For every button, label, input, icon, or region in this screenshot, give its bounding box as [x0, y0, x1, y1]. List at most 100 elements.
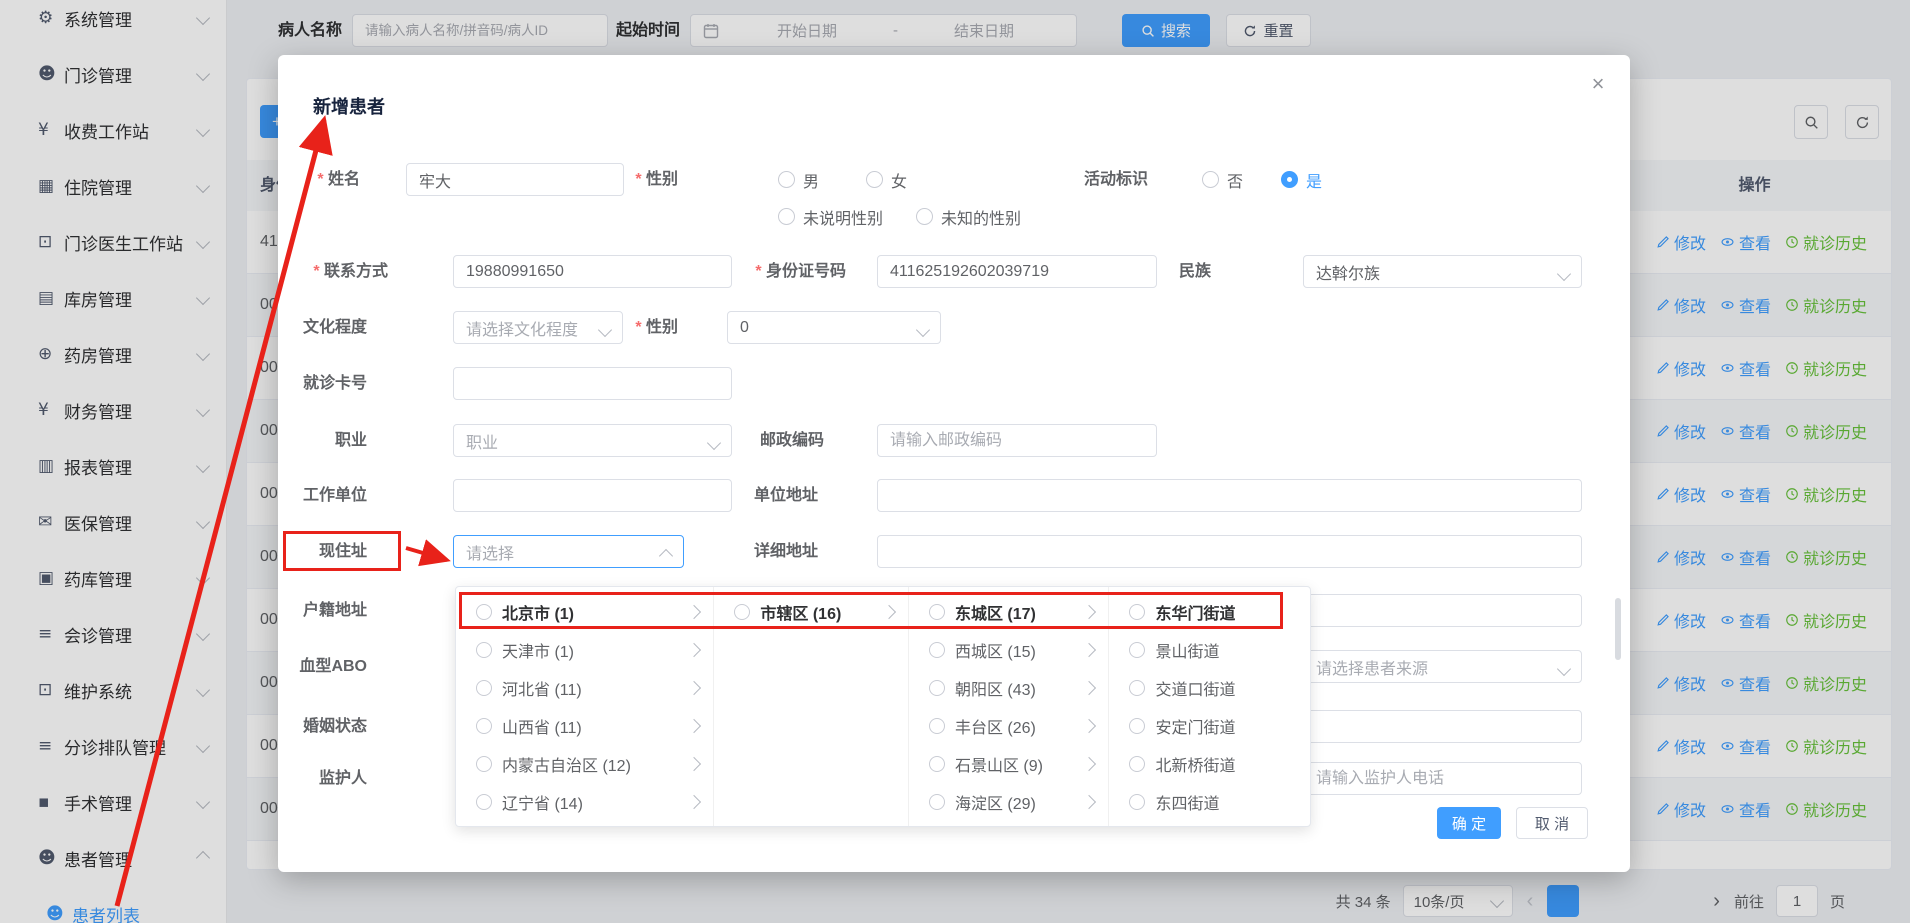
- gender-female-radio[interactable]: 女: [866, 163, 907, 196]
- cascader-option[interactable]: 山西省 (11): [456, 707, 713, 745]
- card-number-label: 就诊卡号: [285, 367, 367, 400]
- cascader-option[interactable]: 海淀区 (29): [909, 783, 1109, 821]
- postal-code-label: 邮政编码: [736, 424, 824, 457]
- chevron-right-icon: [1082, 605, 1096, 619]
- cascader-option-label: 市辖区 (16): [760, 600, 841, 624]
- cancel-button[interactable]: 取 消: [1516, 807, 1588, 839]
- work-unit-label: 工作单位: [285, 479, 367, 512]
- occupation-select[interactable]: 职业: [453, 424, 732, 457]
- radio-icon: [1129, 718, 1145, 734]
- education-placeholder: 请选择文化程度: [466, 316, 578, 340]
- patient-source-placeholder: 请选择患者来源: [1316, 655, 1428, 679]
- radio-icon: [916, 208, 933, 225]
- radio-label: 未知的性别: [941, 205, 1021, 229]
- chevron-right-icon: [1082, 681, 1096, 695]
- radio-icon: [778, 208, 795, 225]
- chevron-up-icon: [659, 549, 673, 563]
- app-root: ⚙ 系统管理 ☻ 门诊管理 ¥ 收费工作站 ▦ 住院管理 ⊡ 门诊医生工作站 ▤: [0, 0, 1910, 923]
- cascader-column-province: 北京市 (1) 天津市 (1) 河北省 (11) 山西省 (11) 内蒙古自治区…: [456, 587, 714, 826]
- occupation-placeholder: 职业: [466, 429, 498, 453]
- modal-scrollbar-thumb[interactable]: [1615, 598, 1621, 660]
- ethnicity-select[interactable]: 达斡尔族: [1303, 255, 1582, 288]
- current-address-placeholder: 请选择: [466, 540, 514, 564]
- chevron-right-icon: [882, 605, 896, 619]
- marital-right-input[interactable]: [1303, 710, 1582, 743]
- radio-icon: [1129, 642, 1145, 658]
- cascader-option[interactable]: 石景山区 (9): [909, 745, 1109, 783]
- cascader-option[interactable]: 天津市 (1): [456, 631, 713, 669]
- cascader-option[interactable]: 朝阳区 (43): [909, 669, 1109, 707]
- chevron-right-icon: [687, 757, 701, 771]
- radio-icon: [929, 794, 945, 810]
- chevron-right-icon: [687, 605, 701, 619]
- chevron-right-icon: [687, 681, 701, 695]
- cascader-option[interactable]: 市辖区 (16): [714, 593, 908, 631]
- unit-address-input[interactable]: [877, 479, 1582, 512]
- household-right-input[interactable]: [1303, 594, 1582, 627]
- cascader-option-label: 西城区 (15): [955, 638, 1036, 662]
- cascader-option[interactable]: 景山街道: [1109, 631, 1310, 669]
- cascader-option[interactable]: 安定门街道: [1109, 707, 1310, 745]
- id-number-input[interactable]: [877, 255, 1157, 288]
- current-address-label: 现住址: [285, 535, 367, 568]
- cascader-option-label: 内蒙古自治区 (12): [502, 752, 631, 776]
- cascader-option[interactable]: 河北省 (11): [456, 669, 713, 707]
- contact-input[interactable]: [453, 255, 732, 288]
- detail-address-input[interactable]: [877, 535, 1582, 568]
- confirm-button[interactable]: 确 定: [1437, 807, 1501, 839]
- cascader-option[interactable]: 交道口街道: [1109, 669, 1310, 707]
- cascader-option-label: 东华门街道: [1155, 600, 1235, 624]
- radio-icon: [1129, 794, 1145, 810]
- chevron-down-icon: [598, 323, 612, 337]
- cascader-option[interactable]: 辽宁省 (14): [456, 783, 713, 821]
- cascader-option[interactable]: 北新桥街道: [1109, 745, 1310, 783]
- postal-code-input[interactable]: [877, 424, 1157, 457]
- radio-label: 男: [803, 168, 819, 192]
- region-cascader-dropdown: 北京市 (1) 天津市 (1) 河北省 (11) 山西省 (11) 内蒙古自治区…: [455, 586, 1311, 827]
- cascader-option[interactable]: 北京市 (1): [456, 593, 713, 631]
- radio-icon: [778, 171, 795, 188]
- cascader-option-label: 交道口街道: [1155, 676, 1235, 700]
- chevron-right-icon: [687, 795, 701, 809]
- cascader-option[interactable]: 内蒙古自治区 (12): [456, 745, 713, 783]
- gender2-select[interactable]: 0: [727, 311, 941, 344]
- cascader-option-label: 海淀区 (29): [955, 790, 1036, 814]
- card-number-input[interactable]: [453, 367, 732, 400]
- ethnicity-value: 达斡尔族: [1316, 260, 1380, 284]
- chevron-right-icon: [687, 719, 701, 733]
- active-flag-no-radio[interactable]: 否: [1202, 163, 1243, 196]
- radio-icon: [866, 171, 883, 188]
- active-flag-yes-radio[interactable]: 是: [1281, 163, 1322, 196]
- chevron-right-icon: [1082, 643, 1096, 657]
- cascader-option[interactable]: 东城区 (17): [909, 593, 1109, 631]
- gender2-value: 0: [740, 319, 749, 337]
- radio-icon: [1202, 171, 1219, 188]
- cascader-option[interactable]: 丰台区 (26): [909, 707, 1109, 745]
- current-address-cascader-select[interactable]: 请选择: [453, 535, 684, 568]
- work-unit-input[interactable]: [453, 479, 732, 512]
- radio-label: 女: [891, 168, 907, 192]
- cascader-option-label: 辽宁省 (14): [502, 790, 583, 814]
- gender-unknown-radio[interactable]: 未知的性别: [916, 200, 1021, 233]
- patient-source-select[interactable]: 请选择患者来源: [1303, 650, 1582, 683]
- education-select[interactable]: 请选择文化程度: [453, 311, 623, 344]
- radio-icon: [1129, 756, 1145, 772]
- household-address-label: 户籍地址: [285, 594, 367, 627]
- gender-unstated-radio[interactable]: 未说明性别: [778, 200, 883, 233]
- cascader-option[interactable]: 西城区 (15): [909, 631, 1109, 669]
- close-icon[interactable]: ×: [1584, 69, 1612, 97]
- name-input[interactable]: [406, 163, 624, 196]
- radio-icon: [476, 680, 492, 696]
- cascader-option-label: 朝阳区 (43): [955, 676, 1036, 700]
- cascader-option-label: 天津市 (1): [502, 638, 574, 662]
- cascader-option[interactable]: 东四街道: [1109, 783, 1310, 821]
- education-label: 文化程度: [285, 311, 367, 344]
- chevron-right-icon: [1082, 719, 1096, 733]
- radio-label: 未说明性别: [803, 205, 883, 229]
- chevron-right-icon: [687, 643, 701, 657]
- gender-male-radio[interactable]: 男: [778, 163, 819, 196]
- guardian-phone-input[interactable]: [1303, 762, 1582, 795]
- cascader-option[interactable]: 东华门街道: [1109, 593, 1310, 631]
- gender2-label: 性别: [618, 311, 678, 344]
- radio-icon: [1129, 680, 1145, 696]
